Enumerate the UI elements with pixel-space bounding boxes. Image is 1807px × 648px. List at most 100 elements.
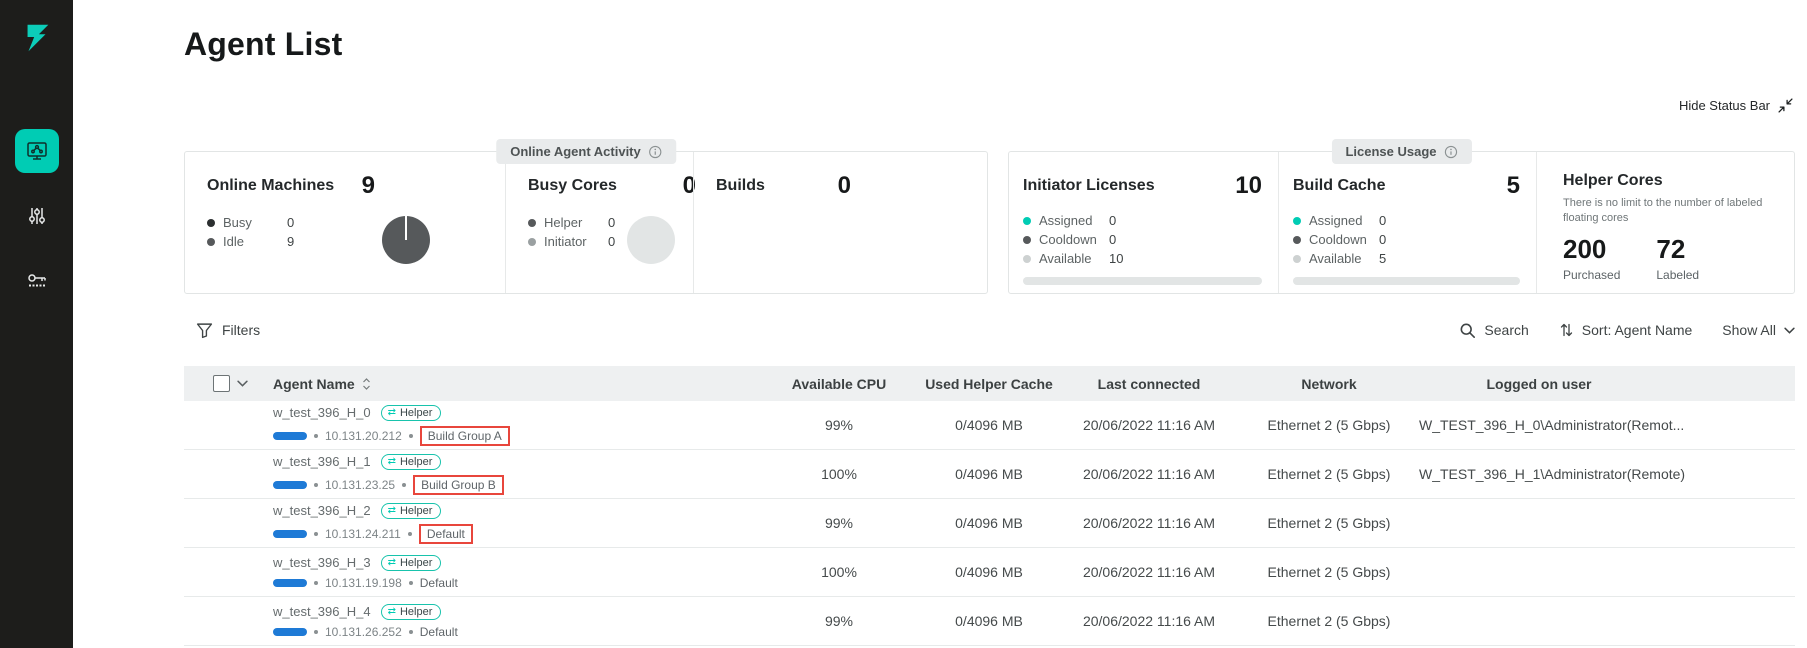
sliders-icon <box>26 205 48 227</box>
network-cell: Ethernet 2 (5 Gbps) <box>1239 564 1419 580</box>
busy-cores-donut-chart <box>627 216 675 264</box>
app-logo <box>17 18 57 58</box>
agent-name[interactable]: w_test_396_H_4 <box>273 604 371 619</box>
separator-dot-icon <box>314 581 318 585</box>
build-cache-label: Build Cache <box>1293 177 1385 195</box>
sidebar-item-licenses[interactable] <box>15 259 59 303</box>
cpu-usage-bar <box>273 628 307 636</box>
table-row[interactable]: w_test_396_H_3 ⇄Helper 10.131.19.198 Def… <box>184 548 1795 597</box>
separator-dot-icon <box>314 483 318 487</box>
build-cache-value: 5 <box>1507 172 1520 200</box>
agent-ip: 10.131.19.198 <box>325 576 402 590</box>
helper-cores-note: There is no limit to the number of label… <box>1563 196 1781 226</box>
select-dropdown-chevron-icon[interactable] <box>237 380 248 387</box>
legend-item-idle: Idle 9 <box>207 235 294 248</box>
panel-tab-license-usage: License Usage <box>1331 139 1471 164</box>
initiator-licenses-label: Initiator Licenses <box>1023 177 1155 195</box>
builds-metric: Builds 0 <box>693 152 987 293</box>
legend-item-available: Available 10 <box>1023 252 1262 265</box>
column-header-available-cpu[interactable]: Available CPU <box>759 376 919 392</box>
busy-cores-metric: Busy Cores 0 Helper 0 Init <box>505 152 693 293</box>
helper-cores-label: Helper Cores <box>1563 172 1784 190</box>
purchased-stat: 200 Purchased <box>1563 234 1620 282</box>
available-cpu-cell: 99% <box>759 515 919 531</box>
agent-name[interactable]: w_test_396_H_0 <box>273 405 371 420</box>
search-icon <box>1459 322 1476 339</box>
column-header-network[interactable]: Network <box>1239 376 1419 392</box>
assigned-dot-icon <box>1293 217 1301 225</box>
legend-item-available: Available 5 <box>1293 252 1520 265</box>
cpu-usage-bar <box>273 481 307 489</box>
online-machines-value: 9 <box>362 172 375 200</box>
last-connected-cell: 20/06/2022 11:16 AM <box>1059 417 1239 433</box>
table-row[interactable]: w_test_396_H_4 ⇄Helper 10.131.26.252 Def… <box>184 597 1795 646</box>
agent-ip: 10.131.24.211 <box>325 527 401 541</box>
agent-ip: 10.131.26.252 <box>325 625 402 639</box>
sidebar-nav <box>15 129 59 303</box>
status-bar: Online Agent Activity Online Machines 9 <box>184 151 1795 294</box>
build-cache-metric: Build Cache 5 Assigned 0 Cooldown 0 <box>1278 152 1536 293</box>
helper-cores-section: Helper Cores There is no limit to the nu… <box>1536 152 1794 293</box>
separator-dot-icon <box>314 630 318 634</box>
agent-group: Build Group B <box>413 475 504 495</box>
cpu-usage-bar <box>273 432 307 440</box>
available-dot-icon <box>1293 255 1301 263</box>
helper-badge: ⇄Helper <box>381 604 442 620</box>
network-cell: Ethernet 2 (5 Gbps) <box>1239 515 1419 531</box>
last-connected-cell: 20/06/2022 11:16 AM <box>1059 515 1239 531</box>
separator-dot-icon <box>314 532 318 536</box>
table-row[interactable]: w_test_396_H_2 ⇄Helper 10.131.24.211 Def… <box>184 499 1795 548</box>
separator-dot-icon <box>314 434 318 438</box>
online-machines-donut-chart <box>382 216 430 264</box>
info-icon[interactable] <box>648 145 662 159</box>
helper-badge-icon: ⇄ <box>388 408 396 418</box>
column-header-last-connected[interactable]: Last connected <box>1059 376 1239 392</box>
separator-dot-icon <box>409 581 413 585</box>
panel-tab-online-agent-activity: Online Agent Activity <box>496 139 676 164</box>
sidebar-item-agents[interactable] <box>15 129 59 173</box>
agent-ip: 10.131.20.212 <box>325 429 402 443</box>
used-helper-cache-cell: 0/4096 MB <box>919 466 1059 482</box>
show-all-dropdown[interactable]: Show All <box>1722 322 1795 338</box>
cpu-usage-bar <box>273 530 307 538</box>
available-cpu-cell: 100% <box>759 466 919 482</box>
filters-button[interactable]: Filters <box>184 322 260 339</box>
hide-status-bar-button[interactable]: Hide Status Bar <box>1679 98 1793 113</box>
last-connected-cell: 20/06/2022 11:16 AM <box>1059 564 1239 580</box>
idle-dot-icon <box>207 238 215 246</box>
chevron-down-icon <box>1784 327 1795 334</box>
legend-item-initiator: Initiator 0 <box>528 235 615 248</box>
used-helper-cache-cell: 0/4096 MB <box>919 515 1059 531</box>
builds-value: 0 <box>838 172 851 200</box>
busy-cores-label: Busy Cores <box>528 177 617 195</box>
available-cpu-cell: 99% <box>759 613 919 629</box>
separator-dot-icon <box>408 532 412 536</box>
helper-badge-icon: ⇄ <box>388 506 396 516</box>
sort-carets-icon <box>362 377 371 391</box>
agent-name[interactable]: w_test_396_H_2 <box>273 503 371 518</box>
sort-button[interactable]: Sort: Agent Name <box>1559 322 1693 338</box>
agent-group: Default <box>420 625 458 639</box>
agent-name[interactable]: w_test_396_H_3 <box>273 555 371 570</box>
info-icon[interactable] <box>1444 145 1458 159</box>
table-row[interactable]: w_test_396_H_1 ⇄Helper 10.131.23.25 Buil… <box>184 450 1795 499</box>
helper-badge-icon: ⇄ <box>388 457 396 467</box>
sort-arrows-icon <box>1559 322 1574 338</box>
column-header-agent-name[interactable]: Agent Name <box>264 376 759 392</box>
agent-group: Default <box>419 524 473 544</box>
select-all-checkbox[interactable] <box>213 375 230 392</box>
table-row[interactable]: w_test_396_H_0 ⇄Helper 10.131.20.212 Bui… <box>184 401 1795 450</box>
table-header-row: Agent Name Available CPU Used Helper Cac… <box>184 366 1795 401</box>
agent-table: Agent Name Available CPU Used Helper Cac… <box>184 366 1795 646</box>
agent-group: Default <box>420 576 458 590</box>
agent-name[interactable]: w_test_396_H_1 <box>273 454 371 469</box>
build-cache-progress-bar <box>1293 277 1520 285</box>
sidebar <box>0 0 73 648</box>
search-button[interactable]: Search <box>1459 322 1528 339</box>
column-header-used-helper-cache[interactable]: Used Helper Cache <box>919 376 1059 392</box>
initiator-dot-icon <box>528 238 536 246</box>
labeled-stat: 72 Labeled <box>1656 234 1699 282</box>
column-header-logged-on-user[interactable]: Logged on user <box>1419 376 1659 392</box>
last-connected-cell: 20/06/2022 11:16 AM <box>1059 466 1239 482</box>
sidebar-item-settings[interactable] <box>15 194 59 238</box>
